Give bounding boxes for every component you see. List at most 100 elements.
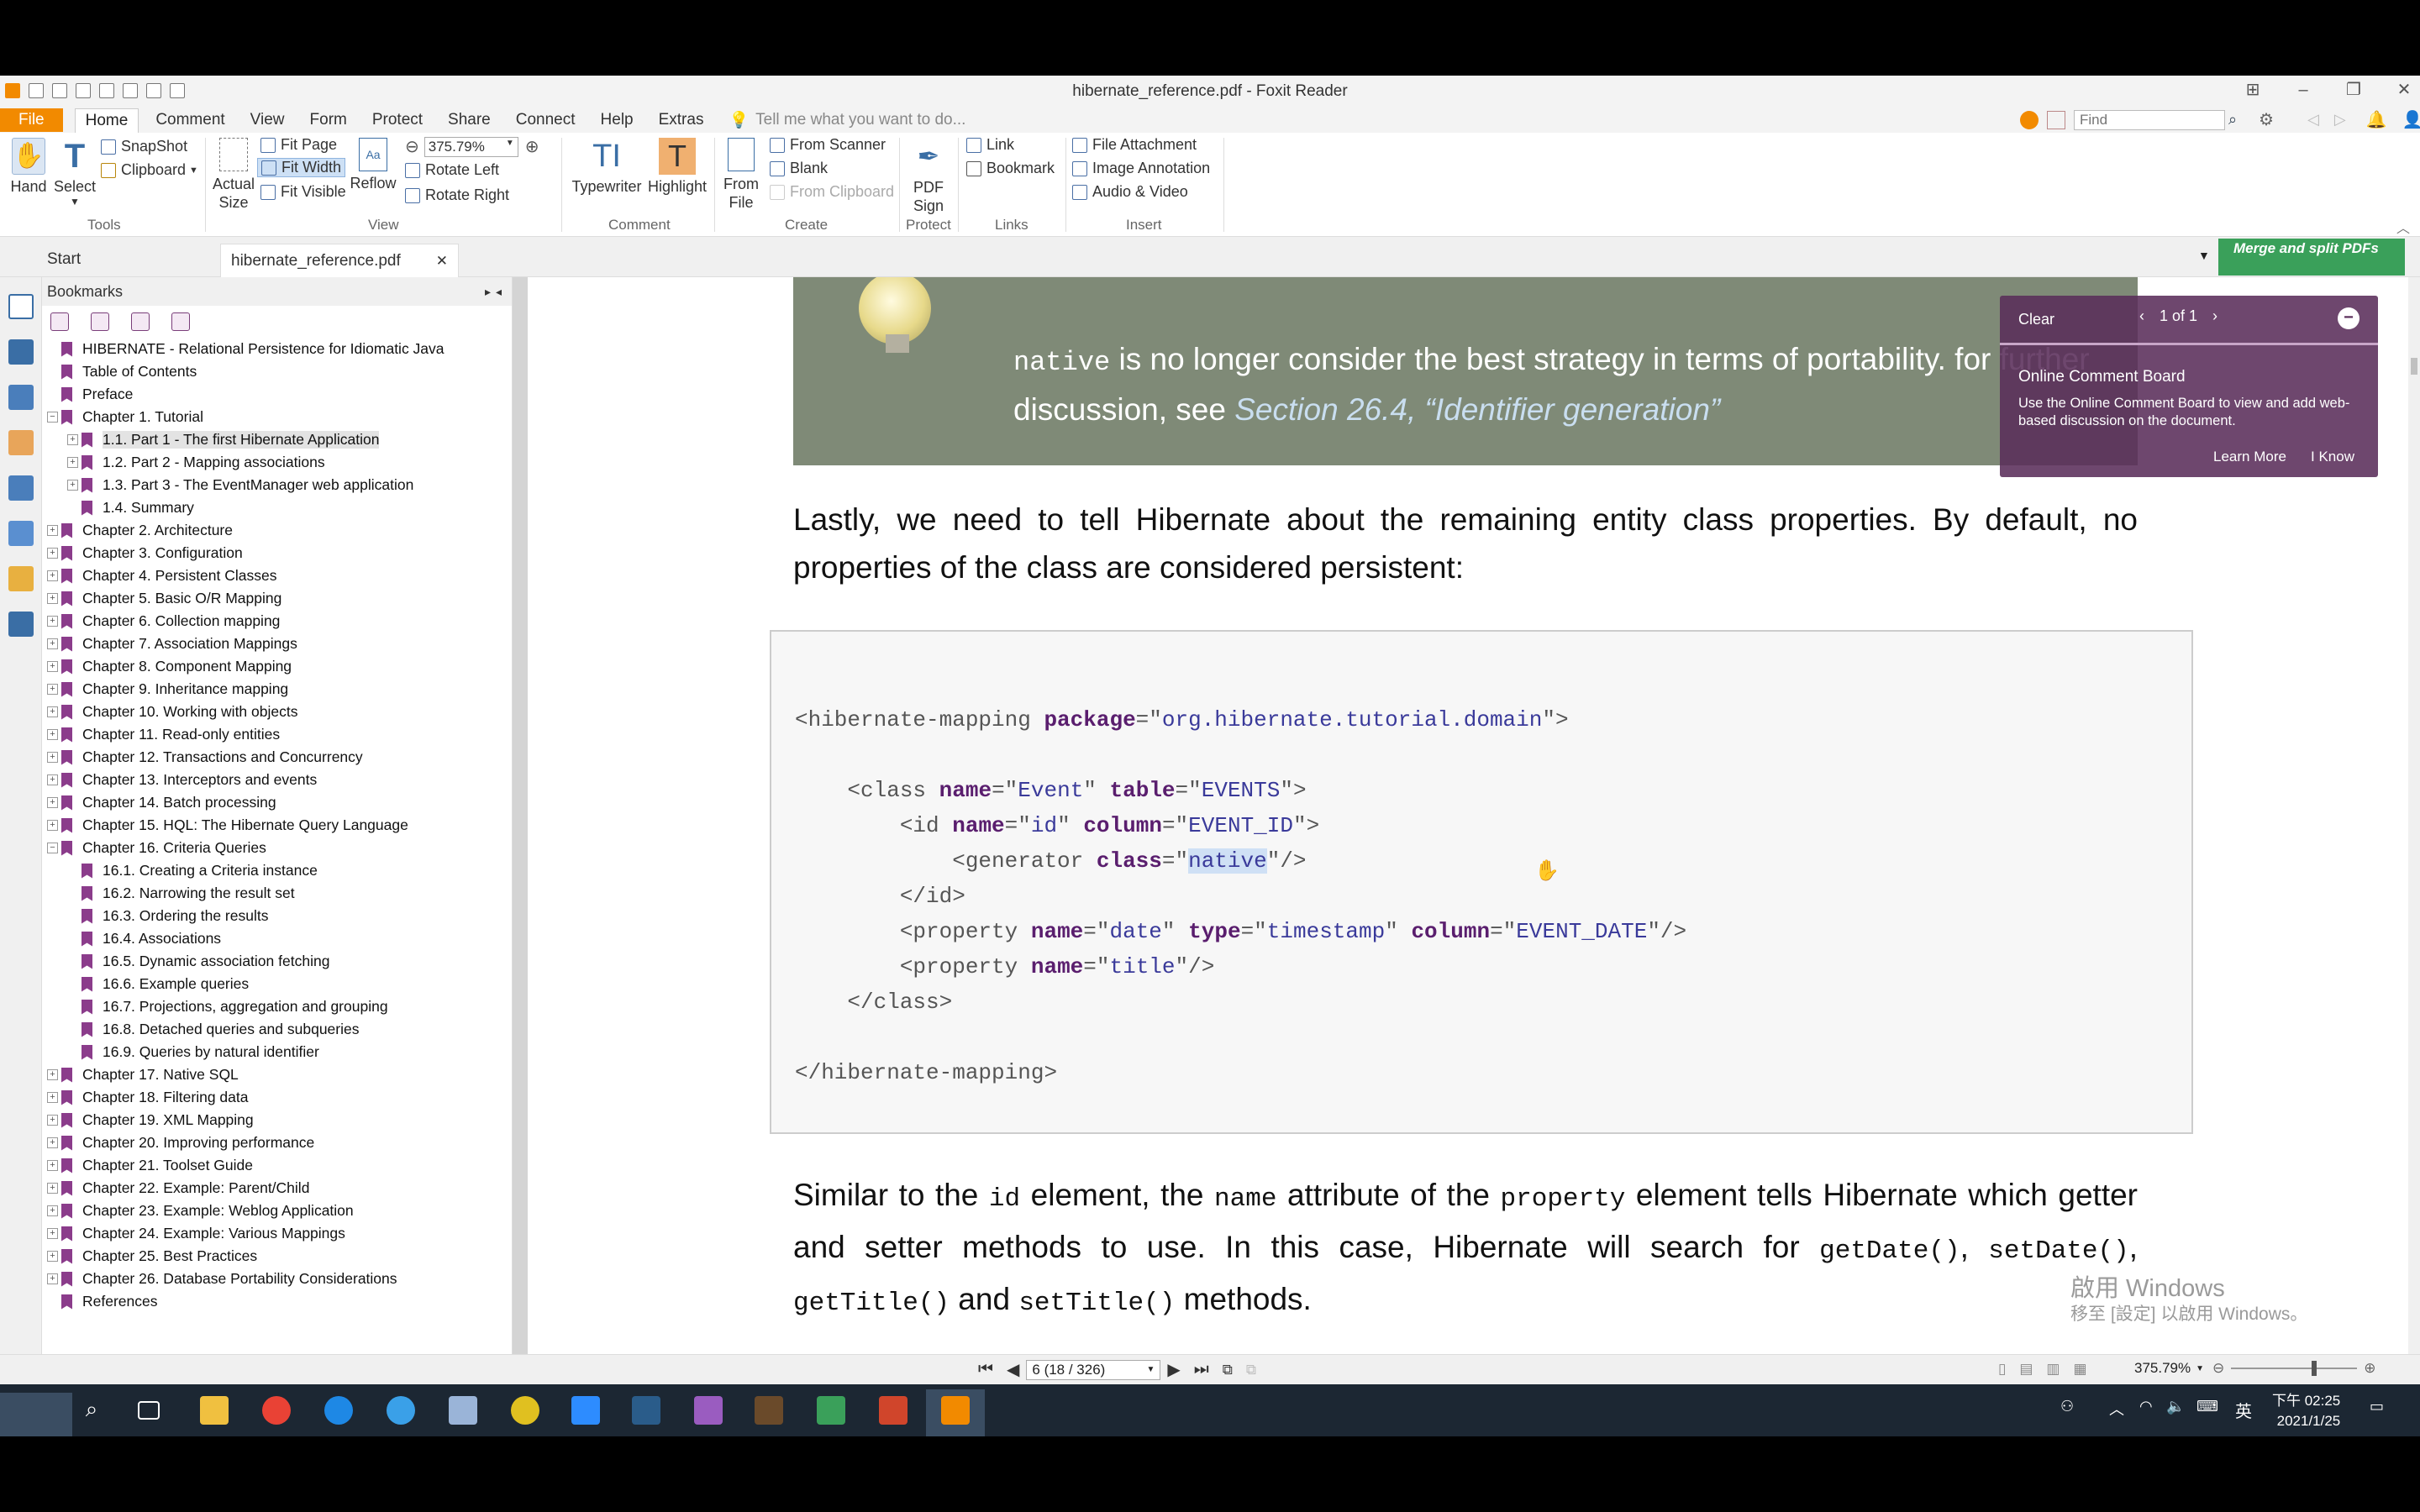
expand-icon[interactable]: + [47, 638, 58, 649]
merge-split-badge[interactable]: Merge and split PDFs [2218, 239, 2405, 276]
expand-icon[interactable]: + [47, 616, 58, 627]
audio-video-button[interactable]: Audio & Video [1072, 183, 1188, 201]
bookmark-item[interactable]: + Chapter 12. Transactions and Concurrenc… [47, 746, 512, 769]
vertical-scrollbar[interactable] [2408, 277, 2420, 1354]
prev-page-icon[interactable]: ◀ [1007, 1359, 1019, 1380]
zoom-app-icon[interactable] [571, 1396, 600, 1425]
clipboard-button[interactable]: Clipboard ▼ [101, 161, 198, 179]
reflow-button[interactable]: Aa Reflow [348, 138, 398, 192]
last-page-icon[interactable]: ⏭ [1194, 1360, 1209, 1379]
app-icon[interactable] [755, 1396, 783, 1425]
content-panel-icon[interactable] [8, 612, 34, 637]
select-tool-button[interactable]: T Select ▼ [52, 138, 97, 207]
bookmark-item[interactable]: Table of Contents [47, 360, 512, 383]
bookmark-item[interactable]: 16.9. Queries by natural identifier [47, 1041, 512, 1063]
search-icon[interactable]: ⌕ [77, 1396, 106, 1425]
next-page-icon[interactable]: ▶ [1167, 1359, 1180, 1380]
expand-icon[interactable]: + [47, 1092, 58, 1103]
rotate-left-button[interactable]: Rotate Left [405, 161, 499, 179]
action-center-icon[interactable]: ▭ [2370, 1398, 2384, 1415]
menu-protect[interactable]: Protect [372, 111, 423, 129]
clock[interactable]: 下午 02:25 2021/1/25 [2272, 1391, 2340, 1431]
blank-button[interactable]: Blank [770, 160, 828, 177]
security-panel-icon[interactable] [8, 566, 34, 591]
bell-icon[interactable]: 🔔 [2366, 109, 2387, 130]
rotate-right-button[interactable]: Rotate Right [405, 186, 509, 204]
next-view-icon[interactable]: ⧉ [1246, 1362, 1256, 1378]
layers-panel-icon[interactable] [8, 385, 34, 410]
expand-icon[interactable]: + [47, 1069, 58, 1080]
bookmark-item[interactable]: − Chapter 1. Tutorial [47, 406, 512, 428]
bookmark-item[interactable]: 16.1. Creating a Criteria instance [47, 859, 512, 882]
bookmark-item[interactable]: + Chapter 6. Collection mapping [47, 610, 512, 633]
facing-page-icon[interactable]: ▥ [2046, 1361, 2060, 1378]
bookmark-item[interactable]: 16.5. Dynamic association fetching [47, 950, 512, 973]
expand-icon[interactable]: + [47, 684, 58, 695]
save-icon[interactable] [52, 83, 67, 98]
typewriter-button[interactable]: TI Typewriter [568, 138, 645, 196]
chevron-left-icon[interactable]: ‹ [2139, 307, 2144, 325]
start-button[interactable] [0, 1393, 72, 1436]
minimize-popup-icon[interactable]: − [2338, 307, 2360, 329]
expand-icon[interactable]: + [47, 729, 58, 740]
bookmark-item[interactable]: + Chapter 21. Toolset Guide [47, 1154, 512, 1177]
bookmark-item[interactable]: + Chapter 22. Example: Parent/Child [47, 1177, 512, 1200]
signatures-panel-icon[interactable] [8, 521, 34, 546]
bookmark-item[interactable]: 16.6. Example queries [47, 973, 512, 995]
app-icon[interactable] [632, 1396, 660, 1425]
expand-icon[interactable]: + [47, 1160, 58, 1171]
delete-bookmark-icon[interactable] [50, 312, 69, 331]
bookmark-item[interactable]: + Chapter 5. Basic O/R Mapping [47, 587, 512, 610]
app-icon[interactable] [449, 1396, 477, 1425]
bookmark-item[interactable]: 16.4. Associations [47, 927, 512, 950]
first-page-icon[interactable]: ⏮ [978, 1360, 993, 1379]
pages-panel-icon[interactable] [8, 339, 34, 365]
bookmark-button[interactable]: Bookmark [966, 160, 1055, 177]
bookmark-item[interactable]: + Chapter 26. Database Portability Consid… [47, 1268, 512, 1290]
expand-icon[interactable]: + [47, 661, 58, 672]
expand-icon[interactable]: + [47, 1228, 58, 1239]
undo-icon[interactable] [123, 83, 138, 98]
file-attachment-button[interactable]: File Attachment [1072, 136, 1197, 154]
bookmark-item[interactable]: + Chapter 8. Component Mapping [47, 655, 512, 678]
menu-file[interactable]: File [0, 108, 63, 132]
single-page-icon[interactable]: ▯ [1998, 1361, 2006, 1378]
minimize-button[interactable]: – [2294, 81, 2312, 99]
menu-comment[interactable]: Comment [155, 111, 224, 129]
tray-chevron-icon[interactable]: ︿ [2109, 1398, 2124, 1420]
zoom-out-icon[interactable]: ⊖ [2212, 1360, 2224, 1377]
zoom-slider-thumb[interactable] [2312, 1361, 2317, 1376]
bookmark-item[interactable]: +1.3. Part 3 - The EventManager web appl… [47, 474, 512, 496]
expand-icon[interactable]: + [47, 797, 58, 808]
expand-icon[interactable]: + [47, 1273, 58, 1284]
zoom-in-icon[interactable]: ⊕ [525, 136, 539, 157]
expand-icon[interactable]: + [47, 548, 58, 559]
ime-indicator[interactable]: 英 [2235, 1398, 2252, 1422]
i-know-button[interactable]: I Know [2311, 449, 2354, 465]
fit-page-button[interactable]: Fit Page [260, 136, 337, 154]
bookmark-item[interactable]: + Chapter 9. Inheritance mapping [47, 678, 512, 701]
zoom-select[interactable]: 375.79% ▼ [424, 136, 518, 157]
snapshot-button[interactable]: SnapShot [101, 138, 187, 155]
menu-share[interactable]: Share [448, 111, 491, 129]
expand-icon[interactable]: + [47, 525, 58, 536]
expand-icon[interactable]: + [67, 457, 78, 468]
menu-home[interactable]: Home [74, 108, 139, 133]
network-icon[interactable]: ◠ [2139, 1398, 2153, 1415]
expand-icon[interactable]: + [47, 820, 58, 831]
clear-button[interactable]: Clear [2018, 311, 2054, 328]
app-icon[interactable] [694, 1396, 723, 1425]
panel-collapse-icon[interactable]: ▸◂ [485, 285, 507, 299]
zoom-in-icon[interactable]: ⊕ [2364, 1360, 2375, 1377]
bookmark-item[interactable]: + Chapter 18. Filtering data [47, 1086, 512, 1109]
prev-result-icon[interactable]: ◁ [2307, 111, 2319, 129]
internet-explorer-icon[interactable] [387, 1396, 415, 1425]
app-icon[interactable] [511, 1396, 539, 1425]
bookmark-item[interactable]: + Chapter 2. Architecture [47, 519, 512, 542]
bookmarks-panel-icon[interactable] [8, 294, 34, 319]
from-clipboard-button[interactable]: From Clipboard [770, 183, 894, 201]
bookmark-item[interactable]: + Chapter 25. Best Practices [47, 1245, 512, 1268]
zoom-slider[interactable] [2231, 1361, 2358, 1376]
comments-panel-icon[interactable] [8, 430, 34, 455]
collapse-ribbon-icon[interactable]: ︿ [2396, 217, 2410, 237]
